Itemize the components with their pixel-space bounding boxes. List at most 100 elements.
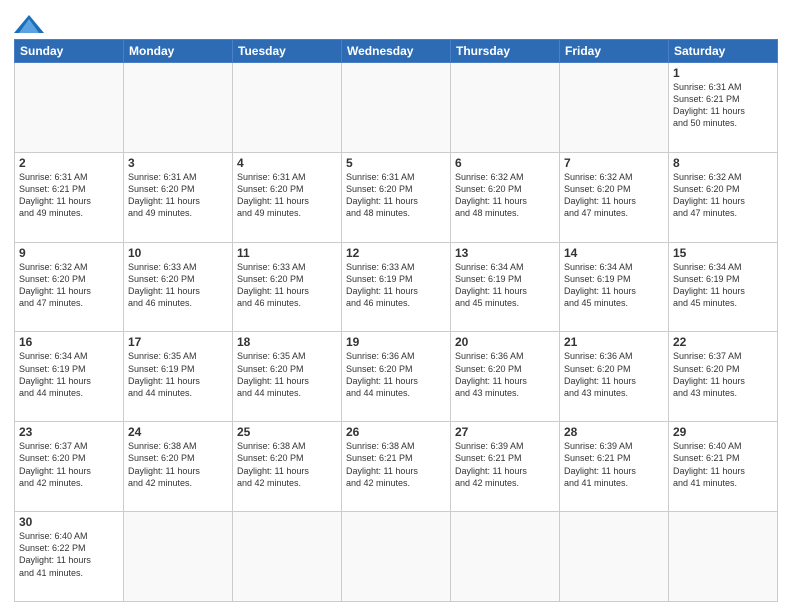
day-info: Sunrise: 6:36 AM Sunset: 6:20 PM Dayligh… (346, 350, 446, 399)
calendar-cell (124, 512, 233, 602)
day-info: Sunrise: 6:31 AM Sunset: 6:21 PM Dayligh… (19, 171, 119, 220)
calendar-cell: 29Sunrise: 6:40 AM Sunset: 6:21 PM Dayli… (669, 422, 778, 512)
calendar-cell: 11Sunrise: 6:33 AM Sunset: 6:20 PM Dayli… (233, 242, 342, 332)
day-number: 10 (128, 246, 228, 260)
day-number: 22 (673, 335, 773, 349)
day-info: Sunrise: 6:32 AM Sunset: 6:20 PM Dayligh… (19, 261, 119, 310)
day-info: Sunrise: 6:37 AM Sunset: 6:20 PM Dayligh… (673, 350, 773, 399)
day-number: 29 (673, 425, 773, 439)
day-number: 14 (564, 246, 664, 260)
day-number: 4 (237, 156, 337, 170)
calendar-cell: 25Sunrise: 6:38 AM Sunset: 6:20 PM Dayli… (233, 422, 342, 512)
calendar-cell: 18Sunrise: 6:35 AM Sunset: 6:20 PM Dayli… (233, 332, 342, 422)
day-info: Sunrise: 6:38 AM Sunset: 6:21 PM Dayligh… (346, 440, 446, 489)
calendar-cell (560, 512, 669, 602)
day-info: Sunrise: 6:38 AM Sunset: 6:20 PM Dayligh… (237, 440, 337, 489)
calendar-cell: 14Sunrise: 6:34 AM Sunset: 6:19 PM Dayli… (560, 242, 669, 332)
day-number: 9 (19, 246, 119, 260)
calendar-cell (342, 63, 451, 153)
day-info: Sunrise: 6:34 AM Sunset: 6:19 PM Dayligh… (19, 350, 119, 399)
calendar-cell: 30Sunrise: 6:40 AM Sunset: 6:22 PM Dayli… (15, 512, 124, 602)
day-info: Sunrise: 6:31 AM Sunset: 6:21 PM Dayligh… (673, 81, 773, 130)
day-number: 27 (455, 425, 555, 439)
weekday-header-thursday: Thursday (451, 40, 560, 63)
calendar-cell: 5Sunrise: 6:31 AM Sunset: 6:20 PM Daylig… (342, 152, 451, 242)
header (14, 10, 778, 33)
calendar-cell: 15Sunrise: 6:34 AM Sunset: 6:19 PM Dayli… (669, 242, 778, 332)
day-info: Sunrise: 6:40 AM Sunset: 6:21 PM Dayligh… (673, 440, 773, 489)
day-number: 3 (128, 156, 228, 170)
calendar-cell (342, 512, 451, 602)
day-number: 7 (564, 156, 664, 170)
day-info: Sunrise: 6:34 AM Sunset: 6:19 PM Dayligh… (564, 261, 664, 310)
day-number: 24 (128, 425, 228, 439)
calendar-cell (451, 63, 560, 153)
day-number: 2 (19, 156, 119, 170)
weekday-header-row: SundayMondayTuesdayWednesdayThursdayFrid… (15, 40, 778, 63)
day-number: 18 (237, 335, 337, 349)
day-info: Sunrise: 6:39 AM Sunset: 6:21 PM Dayligh… (564, 440, 664, 489)
day-number: 30 (19, 515, 119, 529)
week-row-5: 30Sunrise: 6:40 AM Sunset: 6:22 PM Dayli… (15, 512, 778, 602)
calendar-cell: 4Sunrise: 6:31 AM Sunset: 6:20 PM Daylig… (233, 152, 342, 242)
day-info: Sunrise: 6:33 AM Sunset: 6:19 PM Dayligh… (346, 261, 446, 310)
day-info: Sunrise: 6:35 AM Sunset: 6:19 PM Dayligh… (128, 350, 228, 399)
calendar-cell: 20Sunrise: 6:36 AM Sunset: 6:20 PM Dayli… (451, 332, 560, 422)
day-info: Sunrise: 6:32 AM Sunset: 6:20 PM Dayligh… (455, 171, 555, 220)
weekday-header-friday: Friday (560, 40, 669, 63)
calendar-cell: 13Sunrise: 6:34 AM Sunset: 6:19 PM Dayli… (451, 242, 560, 332)
week-row-4: 23Sunrise: 6:37 AM Sunset: 6:20 PM Dayli… (15, 422, 778, 512)
day-info: Sunrise: 6:33 AM Sunset: 6:20 PM Dayligh… (128, 261, 228, 310)
day-info: Sunrise: 6:32 AM Sunset: 6:20 PM Dayligh… (564, 171, 664, 220)
calendar-cell (451, 512, 560, 602)
day-number: 23 (19, 425, 119, 439)
calendar-cell: 24Sunrise: 6:38 AM Sunset: 6:20 PM Dayli… (124, 422, 233, 512)
day-info: Sunrise: 6:34 AM Sunset: 6:19 PM Dayligh… (673, 261, 773, 310)
logo (14, 14, 44, 33)
day-info: Sunrise: 6:33 AM Sunset: 6:20 PM Dayligh… (237, 261, 337, 310)
calendar-cell: 8Sunrise: 6:32 AM Sunset: 6:20 PM Daylig… (669, 152, 778, 242)
day-info: Sunrise: 6:32 AM Sunset: 6:20 PM Dayligh… (673, 171, 773, 220)
weekday-header-monday: Monday (124, 40, 233, 63)
day-info: Sunrise: 6:36 AM Sunset: 6:20 PM Dayligh… (455, 350, 555, 399)
calendar-cell (233, 63, 342, 153)
day-number: 25 (237, 425, 337, 439)
page: SundayMondayTuesdayWednesdayThursdayFrid… (0, 0, 792, 612)
calendar-cell (560, 63, 669, 153)
day-info: Sunrise: 6:31 AM Sunset: 6:20 PM Dayligh… (128, 171, 228, 220)
calendar-cell: 16Sunrise: 6:34 AM Sunset: 6:19 PM Dayli… (15, 332, 124, 422)
day-info: Sunrise: 6:40 AM Sunset: 6:22 PM Dayligh… (19, 530, 119, 579)
calendar-cell: 2Sunrise: 6:31 AM Sunset: 6:21 PM Daylig… (15, 152, 124, 242)
day-info: Sunrise: 6:31 AM Sunset: 6:20 PM Dayligh… (237, 171, 337, 220)
calendar-cell: 12Sunrise: 6:33 AM Sunset: 6:19 PM Dayli… (342, 242, 451, 332)
calendar-cell: 17Sunrise: 6:35 AM Sunset: 6:19 PM Dayli… (124, 332, 233, 422)
calendar-cell: 26Sunrise: 6:38 AM Sunset: 6:21 PM Dayli… (342, 422, 451, 512)
day-number: 15 (673, 246, 773, 260)
calendar-cell: 28Sunrise: 6:39 AM Sunset: 6:21 PM Dayli… (560, 422, 669, 512)
day-info: Sunrise: 6:38 AM Sunset: 6:20 PM Dayligh… (128, 440, 228, 489)
calendar-cell: 10Sunrise: 6:33 AM Sunset: 6:20 PM Dayli… (124, 242, 233, 332)
day-number: 11 (237, 246, 337, 260)
day-number: 20 (455, 335, 555, 349)
calendar-table: SundayMondayTuesdayWednesdayThursdayFrid… (14, 39, 778, 602)
day-info: Sunrise: 6:37 AM Sunset: 6:20 PM Dayligh… (19, 440, 119, 489)
calendar-cell (669, 512, 778, 602)
weekday-header-tuesday: Tuesday (233, 40, 342, 63)
day-info: Sunrise: 6:31 AM Sunset: 6:20 PM Dayligh… (346, 171, 446, 220)
day-info: Sunrise: 6:39 AM Sunset: 6:21 PM Dayligh… (455, 440, 555, 489)
day-number: 17 (128, 335, 228, 349)
week-row-3: 16Sunrise: 6:34 AM Sunset: 6:19 PM Dayli… (15, 332, 778, 422)
day-info: Sunrise: 6:36 AM Sunset: 6:20 PM Dayligh… (564, 350, 664, 399)
day-number: 1 (673, 66, 773, 80)
day-number: 26 (346, 425, 446, 439)
calendar-cell (15, 63, 124, 153)
calendar-cell: 27Sunrise: 6:39 AM Sunset: 6:21 PM Dayli… (451, 422, 560, 512)
calendar-cell: 23Sunrise: 6:37 AM Sunset: 6:20 PM Dayli… (15, 422, 124, 512)
day-number: 6 (455, 156, 555, 170)
day-number: 5 (346, 156, 446, 170)
calendar-cell: 19Sunrise: 6:36 AM Sunset: 6:20 PM Dayli… (342, 332, 451, 422)
day-number: 13 (455, 246, 555, 260)
weekday-header-saturday: Saturday (669, 40, 778, 63)
day-number: 8 (673, 156, 773, 170)
calendar-cell: 1Sunrise: 6:31 AM Sunset: 6:21 PM Daylig… (669, 63, 778, 153)
